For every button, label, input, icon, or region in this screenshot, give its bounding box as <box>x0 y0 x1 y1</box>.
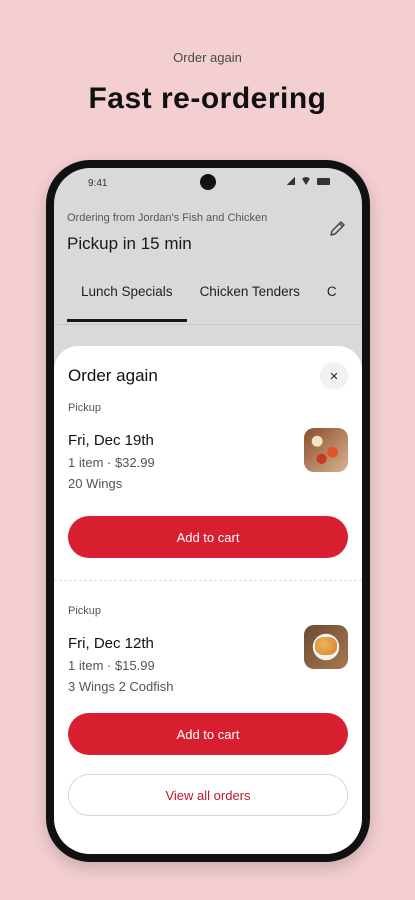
ordering-from-label: Ordering from Jordan's Fish and Chicken <box>67 212 268 224</box>
close-button[interactable]: × <box>320 362 348 390</box>
wings-codfish-food-image <box>304 625 348 669</box>
status-time: 9:41 <box>88 178 108 189</box>
pickup-time[interactable]: Pickup in 15 min <box>67 234 192 254</box>
tabs-divider <box>54 324 362 325</box>
tab-next-category[interactable]: C <box>327 274 337 318</box>
close-icon: × <box>329 367 339 385</box>
order-divider <box>54 580 362 581</box>
view-all-orders-button[interactable]: View all orders <box>68 774 348 816</box>
page-eyebrow: Order again <box>173 50 242 65</box>
pencil-icon[interactable] <box>328 218 348 238</box>
category-tabs: Lunch Specials Chicken Tenders C <box>54 274 362 322</box>
order-card: Pickup Fri, Dec 12th 1 item · $15.99 3 W… <box>68 605 348 775</box>
tab-lunch-specials[interactable]: Lunch Specials <box>67 274 187 322</box>
order-card: Pickup Fri, Dec 19th 1 item · $32.99 20 … <box>68 402 348 572</box>
order-type: Pickup <box>68 402 102 414</box>
wifi-icon <box>301 177 311 185</box>
signal-icon <box>287 177 295 185</box>
battery-icon <box>317 177 330 185</box>
order-type: Pickup <box>68 605 102 617</box>
order-again-sheet: Order again × Pickup Fri, Dec 19th 1 ite… <box>54 346 362 854</box>
status-bar: 9:41 <box>54 168 362 198</box>
add-to-cart-button[interactable]: Add to cart <box>68 516 348 558</box>
status-icons <box>287 177 330 185</box>
wings-food-image <box>304 428 348 472</box>
phone-screen: 9:41 Ordering from Jordan's Fish and Chi… <box>54 168 362 854</box>
camera-cutout <box>200 174 216 190</box>
tab-chicken-tenders[interactable]: Chicken Tenders <box>200 274 300 318</box>
sheet-title: Order again <box>68 366 158 385</box>
order-items: 3 Wings 2 Codfish <box>68 679 174 694</box>
page-headline: Fast re-ordering <box>88 82 327 115</box>
add-to-cart-button[interactable]: Add to cart <box>68 713 348 755</box>
order-items: 20 Wings <box>68 476 123 491</box>
phone-frame: 9:41 Ordering from Jordan's Fish and Chi… <box>46 160 370 862</box>
